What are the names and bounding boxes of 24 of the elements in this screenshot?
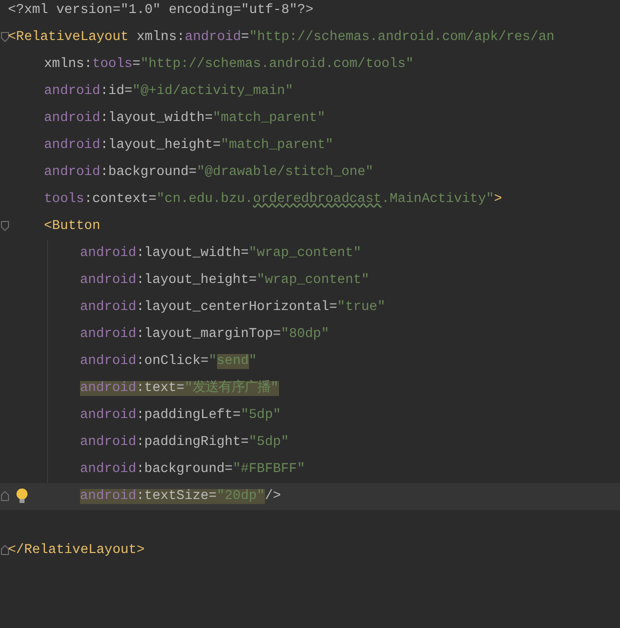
fold-icon[interactable] (1, 221, 9, 231)
code-line: android:layout_marginTop="80dp" (80, 326, 330, 344)
code-line: android:paddingRight="5dp" (80, 434, 289, 452)
code-line: android:layout_height="wrap_content" (80, 272, 370, 290)
code-line: android:layout_width="match_parent" (44, 110, 326, 128)
code-editor[interactable] (0, 0, 620, 628)
lightbulb-icon[interactable] (16, 488, 28, 504)
code-line: <Button (44, 218, 100, 236)
fold-icon[interactable] (1, 491, 9, 501)
code-line: tools:context="cn.edu.bzu.orderedbroadcast.MainActivity"> (44, 190, 502, 208)
code-line: android:layout_height="match_parent" (44, 136, 334, 154)
code-line: </RelativeLayout> (8, 542, 145, 560)
code-line: android:paddingLeft="5dp" (80, 406, 281, 424)
code-line: android:text="发送有序广播" (80, 378, 279, 398)
code-line: android:background="#FBFBFF" (80, 460, 306, 478)
fold-icon[interactable] (1, 32, 9, 42)
code-line: android:id="@+id/activity_main" (44, 82, 294, 100)
code-line: <?xml version="1.0" encoding="utf-8"?> (8, 2, 314, 20)
code-line: android:layout_width="wrap_content" (80, 244, 362, 262)
code-line: <RelativeLayout xmlns:android="http://schemas.android.com/apk/res/an (8, 28, 554, 46)
code-line: android:layout_centerHorizontal="true" (80, 298, 386, 316)
fold-icon[interactable] (1, 545, 9, 555)
code-line: android:background="@drawable/stitch_one" (44, 164, 374, 182)
code-line: xmlns:tools="http://schemas.android.com/tools" (44, 56, 414, 74)
